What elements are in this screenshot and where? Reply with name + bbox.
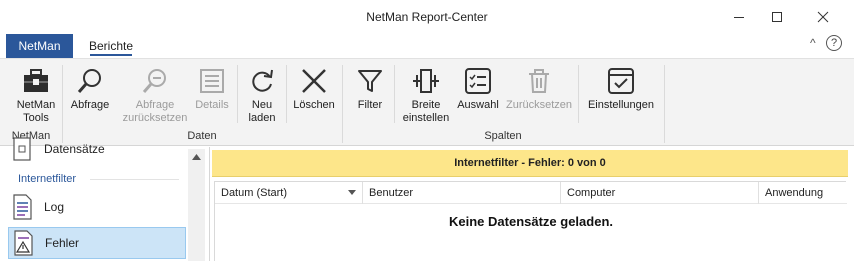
column-header-datum-label: Datum (Start): [221, 187, 288, 199]
netman-tools-label: NetMan Tools: [16, 99, 56, 124]
zuruecksetzen-label: Zurücksetzen: [505, 99, 573, 111]
nav-group-divider: [90, 179, 179, 180]
column-header-benutzer[interactable]: Benutzer: [363, 182, 561, 204]
netman-tools-button[interactable]: NetMan Tools: [12, 65, 60, 125]
refresh-icon: [246, 65, 278, 97]
close-button[interactable]: [800, 0, 846, 34]
funnel-icon: [354, 65, 386, 97]
filter-button[interactable]: Filter: [348, 65, 392, 112]
item-separator: [286, 65, 287, 123]
column-header-anwendung[interactable]: Anwendung: [759, 182, 847, 204]
ribbon: NetMan Tools NetMan Abfrage Abfrage zurü…: [0, 58, 854, 146]
breite-einstellen-label: Breite einstellen: [402, 99, 450, 124]
tab-netman[interactable]: NetMan: [6, 34, 73, 58]
error-document-icon: [9, 229, 37, 257]
scroll-up-icon: [192, 154, 201, 160]
log-document-icon: [8, 193, 36, 221]
abfrage-button[interactable]: Abfrage: [66, 65, 114, 112]
report-document-icon: [8, 137, 36, 161]
status-banner: Internetfilter - Fehler: 0 von 0: [212, 150, 848, 177]
toolbox-icon: [20, 65, 52, 97]
settings-checkbox-icon: [605, 65, 637, 97]
column-header-datum[interactable]: Datum (Start): [215, 182, 363, 204]
nav-item-fehler-label: Fehler: [45, 236, 80, 250]
maximize-icon: [772, 12, 782, 22]
auswahl-button[interactable]: Auswahl: [454, 65, 502, 112]
group-separator: [664, 65, 665, 143]
abfrage-label: Abfrage: [70, 99, 110, 111]
nav-item-partial[interactable]: Datensätze: [8, 137, 186, 161]
nav-item-fehler[interactable]: Fehler: [8, 227, 186, 259]
column-header-benutzer-label: Benutzer: [369, 187, 414, 199]
tab-berichte[interactable]: Berichte: [80, 34, 142, 58]
loeschen-button[interactable]: Löschen: [290, 65, 338, 112]
maximize-button[interactable]: [754, 0, 800, 34]
nav-item-log-label: Log: [44, 200, 65, 214]
checklist-icon: [462, 65, 494, 97]
nav-item-partial-label: Datensätze: [44, 142, 105, 156]
auswahl-label: Auswahl: [457, 99, 499, 111]
sort-descending-icon: [348, 190, 356, 195]
loeschen-label: Löschen: [293, 99, 335, 111]
nav-item-log[interactable]: Log: [8, 191, 186, 223]
abfrage-zuruecksetzen-label: Abfrage zurücksetzen: [122, 99, 188, 124]
magnifier-reset-icon: [139, 65, 171, 97]
group-label-spalten: Spalten: [484, 130, 522, 142]
minimize-icon: [734, 17, 744, 18]
breite-einstellen-button[interactable]: Breite einstellen: [398, 65, 454, 125]
einstellungen-button[interactable]: Einstellungen: [584, 65, 658, 112]
details-label: Details: [195, 99, 229, 111]
data-grid[interactable]: Datum (Start) Benutzer Computer Anwendun…: [214, 181, 847, 261]
item-separator: [237, 65, 238, 123]
zuruecksetzen-button[interactable]: Zurücksetzen: [504, 65, 574, 112]
abfrage-zuruecksetzen-button[interactable]: Abfrage zurücksetzen: [122, 65, 188, 125]
ribbon-tabs: NetMan Berichte ^ ?: [0, 34, 854, 58]
trash-icon: [523, 65, 555, 97]
item-separator: [578, 65, 579, 123]
empty-message: Keine Datensätze geladen.: [449, 214, 613, 229]
einstellungen-label: Einstellungen: [587, 99, 655, 111]
close-icon: [817, 11, 829, 23]
nav-group-internetfilter: Internetfilter: [18, 173, 77, 185]
title-bar: NetMan Report-Center: [0, 0, 854, 34]
details-button[interactable]: Details: [190, 65, 234, 112]
help-button[interactable]: ?: [826, 35, 842, 51]
main-content: Internetfilter - Fehler: 0 von 0 Datum (…: [212, 147, 854, 261]
magnifier-icon: [74, 65, 106, 97]
neu-laden-label: Neu laden: [248, 99, 276, 124]
nav-scrollbar[interactable]: [188, 149, 205, 261]
delete-x-icon: [298, 65, 330, 97]
column-header-computer-label: Computer: [567, 187, 616, 199]
collapse-ribbon-button[interactable]: ^: [810, 36, 816, 50]
item-separator: [394, 65, 395, 123]
details-list-icon: [196, 65, 228, 97]
column-header-anwendung-label: Anwendung: [765, 187, 824, 199]
scroll-up-button[interactable]: [188, 149, 205, 165]
column-width-icon: [410, 65, 442, 97]
navigation-pane: Datensätze Internetfilter Log Fehler: [0, 137, 210, 261]
grid-header: Datum (Start) Benutzer Computer Anwendun…: [215, 182, 847, 204]
filter-label: Filter: [357, 99, 383, 111]
neu-laden-button[interactable]: Neu laden: [240, 65, 284, 125]
column-header-computer[interactable]: Computer: [561, 182, 759, 204]
